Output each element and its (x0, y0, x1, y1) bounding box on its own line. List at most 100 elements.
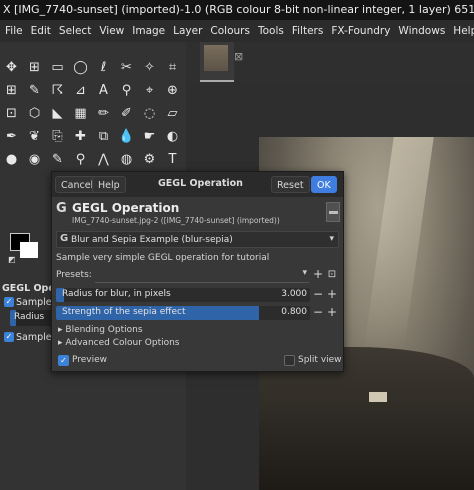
menu-layer[interactable]: Layer (169, 20, 206, 42)
text-tool-icon[interactable]: T (161, 148, 184, 171)
preview-label: Preview (72, 355, 108, 365)
menu-filters[interactable]: Filters (288, 20, 327, 42)
paths-icon[interactable]: ⊿ (69, 79, 92, 102)
foreground-select-icon[interactable]: ✎ (23, 79, 46, 102)
fuzzy-select-icon[interactable]: ✧ (138, 56, 161, 79)
blending-options-expander[interactable]: ▸ Blending Options (58, 325, 143, 335)
reset-colors-icon[interactable]: ◩ (8, 255, 16, 264)
menu-tools[interactable]: Tools (254, 20, 288, 42)
radius-decrement-button[interactable]: − (312, 288, 324, 301)
mypaint-icon[interactable]: ❦ (23, 125, 46, 148)
add-preset-icon[interactable]: + (312, 268, 324, 281)
operation-select-value: Blur and Sepia Example (blur-sepia) (71, 235, 233, 245)
operation-description: Sample very simple GEGL operation for tu… (56, 253, 270, 263)
sepia-strength-slider[interactable]: Strength of the sepia effect 0.800 (56, 306, 310, 320)
blur-icon[interactable]: 💧 (115, 125, 138, 148)
color-picker-icon[interactable]: ⚲ (115, 79, 138, 102)
cage-icon[interactable]: ⚙ (138, 148, 161, 171)
picker-icon[interactable]: ◉ (23, 148, 46, 171)
sepia-increment-button[interactable]: + (326, 306, 338, 319)
dodge-burn-icon[interactable]: ◍ (115, 148, 138, 171)
paintbrush-icon[interactable]: ✏ (92, 102, 115, 125)
menu-file[interactable]: File (1, 20, 27, 42)
image-tab[interactable] (200, 42, 234, 82)
background-color-swatch[interactable] (20, 242, 38, 258)
bucket-fill-icon[interactable]: ◣ (46, 102, 69, 125)
free-select-icon[interactable]: ℓ (92, 56, 115, 79)
menubar: File Edit Select View Image Layer Colour… (0, 20, 474, 42)
ok-button[interactable]: OK (311, 176, 337, 193)
dialog-title: GEGL Operation (158, 178, 243, 189)
move-icon[interactable]: ✥ (0, 56, 23, 79)
sepia-decrement-button[interactable]: − (312, 306, 324, 319)
radius-blur-slider[interactable]: Radius for blur, in pixels 3.000 (56, 288, 310, 302)
layer-preview-icon (326, 202, 340, 222)
dodge-icon[interactable]: ◐ (161, 125, 184, 148)
light-ray (364, 137, 434, 347)
menu-windows[interactable]: Windows (394, 20, 449, 42)
split-view-label: Split view (298, 355, 342, 365)
zoom-icon[interactable]: ⊕ (161, 79, 184, 102)
image-tab-strip: ⊠ (186, 42, 474, 82)
paths-icon[interactable]: ⋀ (92, 148, 115, 171)
split-view-checkbox[interactable] (284, 355, 295, 366)
perspective-icon[interactable]: ⊡ (0, 102, 23, 125)
crop-icon[interactable]: ⌗ (161, 56, 184, 79)
magnify-icon[interactable]: ⚲ (69, 148, 92, 171)
sample-average-checkbox[interactable]: ✓ (4, 297, 14, 307)
heal-icon[interactable]: ✚ (69, 125, 92, 148)
window-title: X [IMG_7740-sunset] (imported)-1.0 (RGB … (0, 0, 474, 20)
chevron-down-icon: ▾ (329, 234, 334, 244)
scissors-select-icon[interactable]: ✂ (115, 56, 138, 79)
align-icon[interactable]: ⊞ (23, 56, 46, 79)
radius-blur-value: 3.000 (281, 289, 307, 299)
advanced-colour-options-expander[interactable]: ▸ Advanced Colour Options (58, 338, 180, 348)
reset-button[interactable]: Reset (271, 176, 310, 193)
gegl-logo-icon: G (56, 201, 67, 216)
menu-help[interactable]: Help (449, 20, 474, 42)
ink-icon[interactable]: ✒ (0, 125, 23, 148)
blending-options-label: Blending Options (65, 325, 143, 335)
dialog-header: Cancel Help GEGL Operation Reset OK (52, 172, 343, 197)
grid-icon[interactable]: ⊞ (0, 79, 23, 102)
menu-view[interactable]: View (95, 20, 128, 42)
airbrush-icon[interactable]: ◌ (138, 102, 161, 125)
pencil-icon[interactable]: ✐ (115, 102, 138, 125)
drop-icon[interactable]: ● (0, 148, 23, 171)
rect-select-icon[interactable]: ▭ (46, 56, 69, 79)
gegl-icon: G (60, 233, 69, 244)
gegl-operation-dialog: Cancel Help GEGL Operation Reset OK G GE… (51, 171, 344, 372)
ellipse-select-icon[interactable]: ◯ (69, 56, 92, 79)
smudge-icon[interactable]: ☛ (138, 125, 161, 148)
tool-grid: ✥ ⊞ ▭ ◯ ℓ ✂ ✧ ⌗ ⊞ ✎ ☈ ⊿ A ⚲ ⌖ ⊕ ⊡ ⬡ ◣ ▦ ✏ ✐ ◌ ▱ ✒ ❦ ⎘ ✚ ⧉ 💧 ☛ ◐ ● ◉ ✎ ⚲ ⋀ ◍ ⚙ T (0, 56, 184, 171)
sample-merged-checkbox[interactable]: ✓ (4, 332, 14, 342)
menu-fx-foundry[interactable]: FX-Foundry (327, 20, 394, 42)
help-button[interactable]: Help (92, 176, 126, 193)
eraser-icon[interactable]: ▱ (161, 102, 184, 125)
gradient-icon[interactable]: ▦ (69, 102, 92, 125)
operation-select[interactable]: G Blur and Sepia Example (blur-sepia) ▾ (56, 231, 339, 248)
presets-select[interactable]: ▾ (95, 267, 309, 283)
menu-select[interactable]: Select (55, 20, 95, 42)
house (369, 392, 387, 402)
measure-icon[interactable]: ⌖ (138, 79, 161, 102)
menu-edit[interactable]: Edit (27, 20, 55, 42)
menu-colours[interactable]: Colours (206, 20, 254, 42)
radius-slider[interactable]: Radius (10, 310, 54, 326)
warp-icon[interactable]: ☈ (46, 79, 69, 102)
radius-blur-label: Radius for blur, in pixels (62, 289, 171, 299)
unified-transform-icon[interactable]: ⬡ (23, 102, 46, 125)
eyedropper-icon[interactable]: ✎ (46, 148, 69, 171)
radius-increment-button[interactable]: + (326, 288, 338, 301)
presets-label: Presets: (56, 270, 92, 280)
text-icon[interactable]: A (92, 79, 115, 102)
preset-menu-icon[interactable]: ⊡ (326, 269, 338, 281)
advanced-colour-options-label: Advanced Colour Options (65, 338, 180, 348)
chevron-down-icon: ▾ (302, 268, 307, 278)
close-icon[interactable]: ⊠ (234, 50, 243, 63)
clone-icon[interactable]: ⎘ (46, 125, 69, 148)
image-thumbnail (204, 45, 228, 71)
perspective-clone-icon[interactable]: ⧉ (92, 125, 115, 148)
preview-checkbox[interactable]: ✓ (58, 355, 69, 366)
menu-image[interactable]: Image (128, 20, 169, 42)
